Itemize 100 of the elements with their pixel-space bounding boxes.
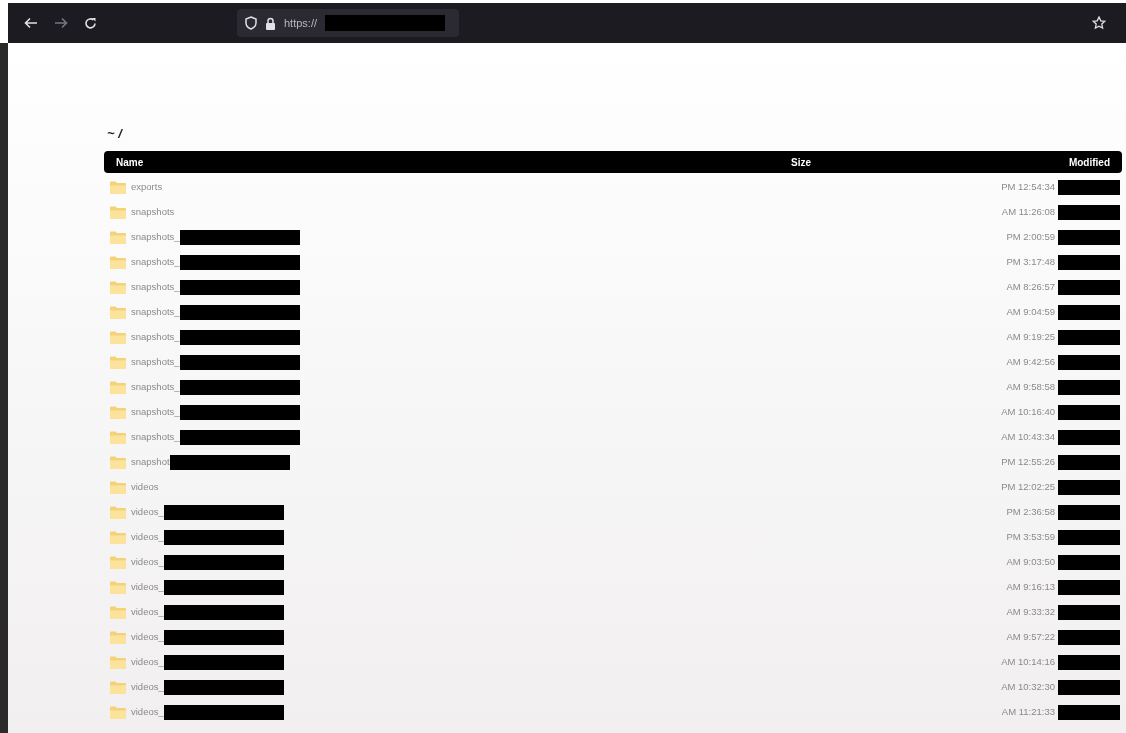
- folder-link[interactable]: videos_: [131, 705, 164, 720]
- folder-icon: [110, 306, 126, 319]
- table-row[interactable]: snapshot PM 12:55:26: [104, 450, 1122, 475]
- folder-link[interactable]: videos: [131, 480, 159, 495]
- folder-icon: [110, 606, 126, 619]
- folder-link[interactable]: snapshots_: [131, 380, 180, 395]
- table-row[interactable]: snapshots_ PM 3:17:48: [104, 250, 1122, 275]
- modified-cell: AM 10:16:40: [1001, 405, 1055, 420]
- modified-cell: AM 10:14:16: [1001, 655, 1055, 670]
- table-row[interactable]: snapshots_ AM 9:04:59: [104, 300, 1122, 325]
- folder-icon: [110, 331, 126, 344]
- modified-cell: AM 10:32:30: [1001, 680, 1055, 695]
- table-row[interactable]: videos_ AM 9:03:50: [104, 550, 1122, 575]
- table-row[interactable]: videos_ PM 2:36:58: [104, 500, 1122, 525]
- folder-link[interactable]: videos_: [131, 505, 164, 520]
- folder-icon: [110, 456, 126, 469]
- table-row[interactable]: exports PM 12:54:34: [104, 175, 1122, 200]
- folder-link[interactable]: videos_: [131, 530, 164, 545]
- folder-link[interactable]: snapshots: [131, 205, 175, 220]
- folder-link[interactable]: snapshots_: [131, 355, 180, 370]
- redaction-bar: [1058, 655, 1120, 670]
- redaction-bar: [1058, 330, 1120, 345]
- folder-icon: [110, 181, 126, 194]
- table-row[interactable]: videos_ AM 9:57:22: [104, 625, 1122, 650]
- folder-icon: [110, 581, 126, 594]
- folder-link[interactable]: videos_: [131, 680, 164, 695]
- folder-link[interactable]: snapshots_: [131, 405, 180, 420]
- folder-link[interactable]: snapshots_: [131, 230, 180, 245]
- redaction-bar: [1058, 280, 1120, 295]
- modified-cell: AM 8:26:57: [1006, 280, 1055, 295]
- folder-icon: [110, 556, 126, 569]
- folder-icon: [110, 381, 126, 394]
- folder-icon: [110, 656, 126, 669]
- redaction-bar: [1058, 480, 1120, 495]
- folder-link[interactable]: snapshots_: [131, 430, 180, 445]
- modified-cell: AM 9:57:22: [1006, 630, 1055, 645]
- modified-cell: PM 12:02:25: [1001, 480, 1055, 495]
- folder-icon: [110, 256, 126, 269]
- redaction-bar: [1058, 180, 1120, 195]
- folder-link[interactable]: snapshot: [131, 455, 170, 470]
- table-row[interactable]: videos_ AM 10:32:30: [104, 675, 1122, 700]
- redaction-bar: [1058, 630, 1120, 645]
- folder-link[interactable]: snapshots_: [131, 305, 180, 320]
- modified-cell: AM 9:03:50: [1006, 555, 1055, 570]
- table-row[interactable]: snapshots_ AM 8:26:57: [104, 275, 1122, 300]
- folder-icon: [110, 481, 126, 494]
- table-row[interactable]: snapshots_ AM 9:42:56: [104, 350, 1122, 375]
- table-row[interactable]: snapshots_ AM 10:43:34: [104, 425, 1122, 450]
- folder-link[interactable]: videos_: [131, 580, 164, 595]
- folder-icon: [110, 706, 126, 719]
- table-row[interactable]: videos_ AM 11:21:33: [104, 700, 1122, 725]
- folder-icon: [110, 206, 126, 219]
- redaction-bar: [1058, 605, 1120, 620]
- table-row[interactable]: snapshots_ PM 2:00:59: [104, 225, 1122, 250]
- folder-link[interactable]: videos_: [131, 555, 164, 570]
- back-icon[interactable]: [24, 17, 38, 29]
- table-row[interactable]: snapshots_ AM 10:16:40: [104, 400, 1122, 425]
- folder-link[interactable]: snapshots_: [131, 330, 180, 345]
- folder-link[interactable]: exports: [131, 180, 163, 195]
- modified-cell: PM 3:53:59: [1006, 530, 1055, 545]
- folder-icon: [110, 356, 126, 369]
- table-row[interactable]: snapshots AM 11:26:08: [104, 200, 1122, 225]
- column-header[interactable]: Modified: [1068, 154, 1110, 170]
- lock-icon: [265, 16, 276, 30]
- column-header[interactable]: Size: [791, 154, 811, 170]
- modified-cell: AM 9:04:59: [1006, 305, 1055, 320]
- redaction-bar: [1058, 430, 1120, 445]
- redaction-bar: [1058, 255, 1120, 270]
- folder-icon: [110, 631, 126, 644]
- folder-link[interactable]: snapshots_: [131, 255, 180, 270]
- reload-icon[interactable]: [84, 16, 97, 30]
- redaction-bar: [1058, 380, 1120, 395]
- address-bar[interactable]: https://: [237, 9, 459, 37]
- table-row[interactable]: videos_ AM 9:33:32: [104, 600, 1122, 625]
- redaction-bar: [1058, 505, 1120, 520]
- path-heading: ~ /: [107, 125, 124, 143]
- redaction-bar: [1058, 580, 1120, 595]
- table-row[interactable]: videos_ AM 9:16:13: [104, 575, 1122, 600]
- redaction-bar: [1058, 555, 1120, 570]
- folder-link[interactable]: snapshots_: [131, 280, 180, 295]
- modified-cell: AM 11:26:08: [1001, 205, 1055, 220]
- table-row[interactable]: videos PM 12:02:25: [104, 475, 1122, 500]
- folder-link[interactable]: videos_: [131, 630, 164, 645]
- column-header[interactable]: Name: [116, 154, 791, 170]
- table-row[interactable]: videos_ PM 3:53:59: [104, 525, 1122, 550]
- star-icon[interactable]: [1092, 16, 1106, 30]
- redaction-bar: [1058, 680, 1120, 695]
- forward-icon[interactable]: [54, 17, 68, 29]
- folder-icon: [110, 406, 126, 419]
- table-row[interactable]: snapshots_ AM 9:58:58: [104, 375, 1122, 400]
- redaction-bar: [1058, 705, 1120, 720]
- folder-link[interactable]: videos_: [131, 655, 164, 670]
- modified-cell: PM 3:17:48: [1006, 255, 1055, 270]
- modified-cell: AM 9:58:58: [1006, 380, 1055, 395]
- folder-link[interactable]: videos_: [131, 605, 164, 620]
- redaction-bar: [1058, 455, 1120, 470]
- table-row[interactable]: snapshots_ AM 9:19:25: [104, 325, 1122, 350]
- modified-cell: PM 2:00:59: [1006, 230, 1055, 245]
- folder-icon: [110, 281, 126, 294]
- table-row[interactable]: videos_ AM 10:14:16: [104, 650, 1122, 675]
